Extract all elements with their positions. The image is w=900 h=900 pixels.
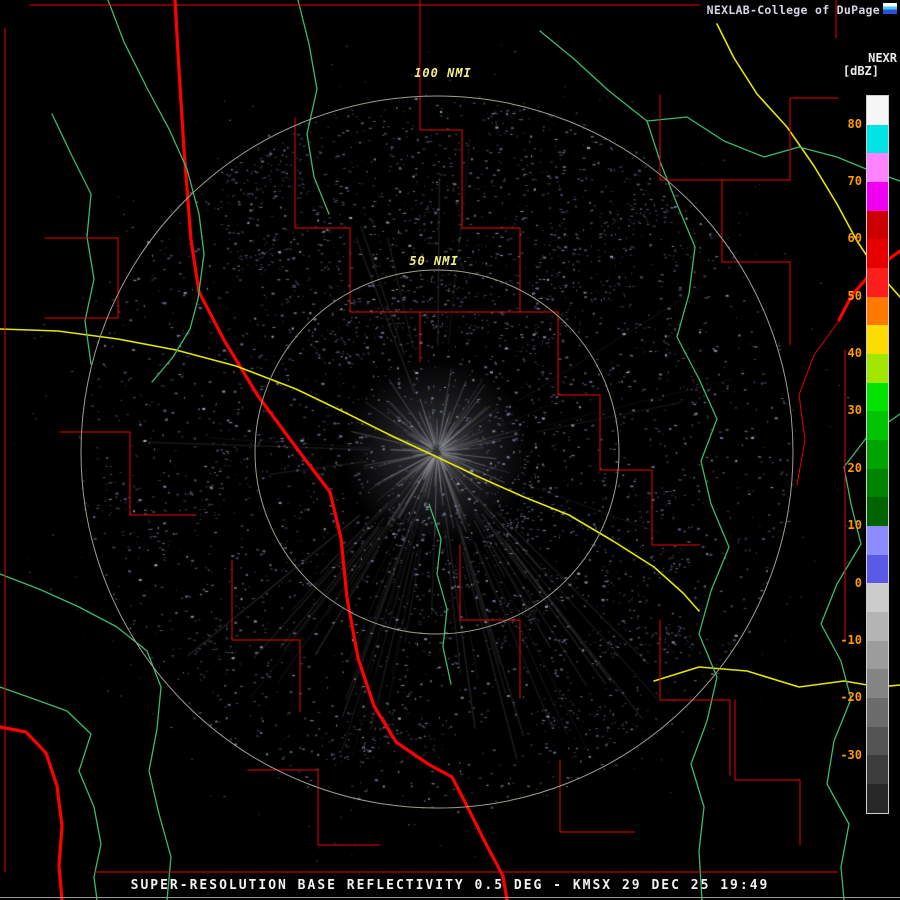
colorbar-tick-label: 40 — [847, 346, 862, 361]
map-river-line — [107, 0, 205, 383]
map-road-line — [0, 328, 700, 612]
colorbar-segment — [867, 755, 888, 785]
colorbar-tick-label: 0 — [854, 575, 862, 590]
map-river-line — [0, 686, 102, 900]
colorbar-segment — [867, 583, 888, 613]
colorbar-tick-label: -30 — [840, 747, 862, 762]
colorbar-tick-label: -10 — [840, 632, 862, 647]
product-caption: SUPER-RESOLUTION BASE REFLECTIVITY 0.5 D… — [130, 878, 770, 893]
map-county-line — [721, 97, 839, 181]
map-river-line — [646, 120, 730, 900]
map-river-line — [428, 503, 452, 685]
radar-display: NEXLAB-College of DuPage NEXR [dBZ] 80 70… — [0, 0, 900, 900]
cod-logo-icon — [883, 3, 897, 14]
range-ring — [254, 269, 620, 635]
colorbar-segment — [867, 526, 888, 555]
map-county-line — [459, 544, 521, 699]
colorbar-tick-label: 80 — [847, 116, 862, 131]
map-overlay — [0, 0, 900, 900]
colorbar-tick-label: 50 — [847, 288, 862, 303]
map-highway-line — [173, 0, 509, 900]
colorbar-tick-label: 70 — [847, 174, 862, 189]
colorbar-segment — [867, 726, 888, 756]
colorbar-segment — [867, 210, 888, 240]
map-road-line — [653, 666, 900, 688]
colorbar-tick-label: -20 — [840, 690, 862, 705]
colorbar — [866, 95, 889, 814]
colorbar-segment — [867, 411, 888, 441]
colorbar-segment — [867, 440, 888, 469]
map-county-line — [734, 699, 801, 846]
map-county-line — [59, 431, 197, 516]
colorbar-segment — [867, 296, 888, 326]
map-county-line — [419, 0, 521, 363]
map-highway-line — [0, 725, 64, 900]
colorbar-segment — [867, 153, 888, 183]
colorbar-segment — [867, 325, 888, 355]
colorbar-units: [dBZ] — [842, 64, 879, 78]
range-ring-label: 50 NMI — [409, 254, 459, 268]
colorbar-segment — [867, 612, 888, 641]
range-ring-label: 100 NMI — [414, 66, 472, 80]
map-county-line — [44, 237, 119, 319]
map-river-line — [0, 573, 172, 900]
map-county-line — [247, 769, 381, 846]
colorbar-tick-label: 30 — [847, 403, 862, 418]
map-county-line — [231, 559, 301, 713]
colorbar-segment — [867, 354, 888, 383]
colorbar-tick-label: 10 — [847, 518, 862, 533]
bottom-border — [0, 897, 900, 898]
colorbar-segment — [867, 268, 888, 297]
brand-text: NEXLAB-College of DuPage — [706, 3, 880, 17]
colorbar-tick-label: 60 — [847, 231, 862, 246]
colorbar-tick-label: 20 — [847, 460, 862, 475]
colorbar-segment — [867, 640, 888, 670]
colorbar-segment — [867, 382, 888, 412]
colorbar-title: NEXR — [868, 51, 897, 65]
map-river-line — [51, 113, 95, 365]
colorbar-segment — [867, 96, 888, 125]
map-river-line — [297, 0, 330, 215]
colorbar-segment — [867, 182, 888, 211]
map-river-line — [539, 30, 900, 182]
colorbar-segment — [867, 497, 888, 527]
map-county-line — [294, 117, 421, 313]
colorbar-segment — [867, 669, 888, 699]
colorbar-segment — [867, 239, 888, 269]
colorbar-segment — [867, 554, 888, 584]
map-county-line — [559, 759, 636, 833]
colorbar-segment — [867, 124, 888, 154]
colorbar-segment — [867, 784, 888, 813]
colorbar-segment — [867, 698, 888, 727]
colorbar-segment — [867, 468, 888, 498]
map-county-line — [659, 94, 791, 346]
